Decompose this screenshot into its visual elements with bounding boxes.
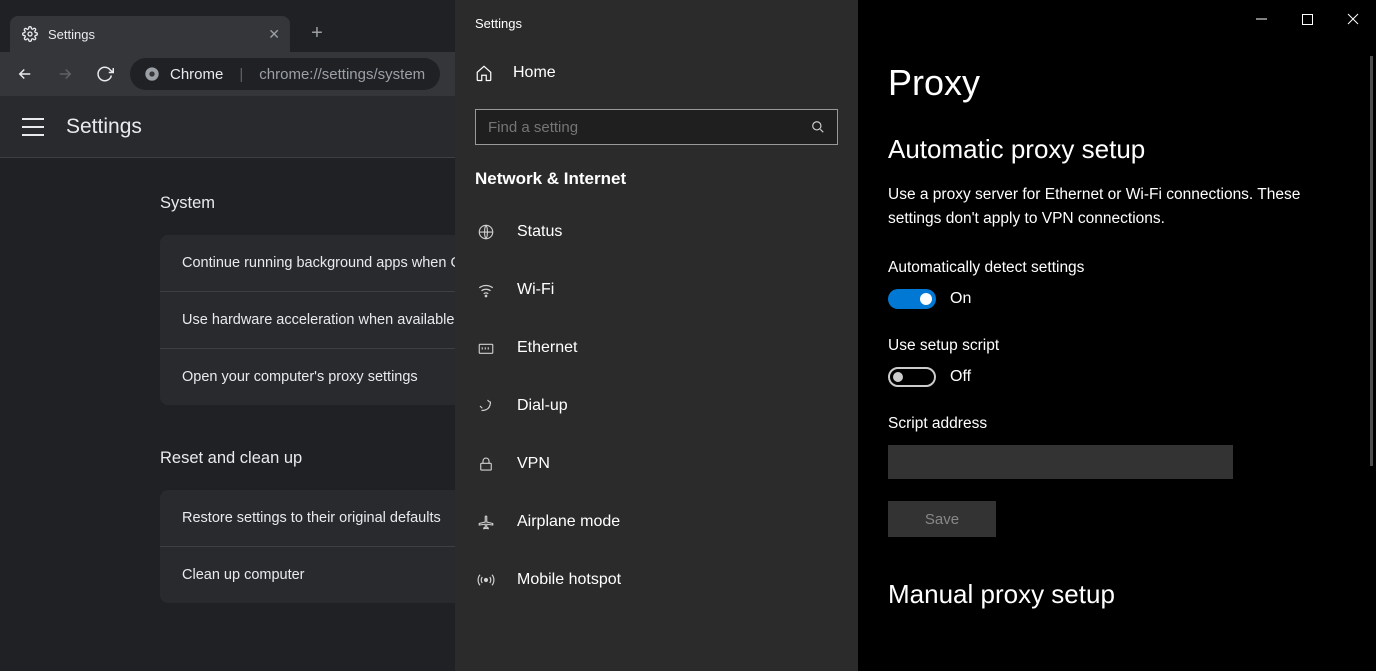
menu-icon[interactable] — [22, 118, 44, 136]
gear-icon — [22, 26, 38, 42]
hotspot-icon — [475, 571, 497, 589]
browser-tab-settings[interactable]: Settings ✕ — [10, 16, 290, 52]
auto-proxy-description: Use a proxy server for Ethernet or Wi-Fi… — [888, 183, 1350, 231]
auto-detect-state: On — [950, 290, 971, 308]
maximize-button[interactable] — [1284, 4, 1330, 34]
setup-script-toggle[interactable] — [888, 367, 936, 387]
sidebar-item-label: Ethernet — [517, 339, 577, 357]
sidebar-group-label: Network & Internet — [455, 169, 858, 203]
scrollbar[interactable] — [1370, 56, 1373, 466]
sidebar-item-label: Airplane mode — [517, 513, 620, 531]
dialup-icon — [475, 397, 497, 415]
sidebar-home[interactable]: Home — [455, 49, 858, 97]
script-address-input[interactable] — [888, 445, 1233, 479]
network-nav-list: Status Wi-Fi Ethernet Dial-up VPN — [455, 203, 858, 609]
url-path: chrome://settings/system — [259, 66, 425, 83]
globe-icon — [475, 223, 497, 241]
sidebar-home-label: Home — [513, 64, 556, 82]
search-icon — [811, 120, 825, 134]
sidebar-item-label: Dial-up — [517, 397, 568, 415]
back-button[interactable] — [10, 59, 40, 89]
close-icon[interactable]: ✕ — [268, 26, 280, 43]
setup-script-state: Off — [950, 368, 971, 386]
sidebar-item-vpn[interactable]: VPN — [455, 435, 858, 493]
ethernet-icon — [475, 339, 497, 357]
windows-settings-main: Proxy Automatic proxy setup Use a proxy … — [858, 0, 1376, 671]
airplane-icon — [475, 513, 497, 531]
settings-search-input[interactable] — [488, 119, 811, 136]
auto-detect-label: Automatically detect settings — [888, 259, 1350, 277]
script-address-label: Script address — [888, 415, 1350, 433]
save-button[interactable]: Save — [888, 501, 996, 537]
home-icon — [475, 64, 493, 82]
wifi-icon — [475, 281, 497, 299]
new-tab-button[interactable]: + — [302, 18, 332, 48]
auto-detect-toggle[interactable] — [888, 289, 936, 309]
minimize-button[interactable] — [1238, 4, 1284, 34]
window-controls — [1238, 4, 1376, 34]
manual-proxy-heading: Manual proxy setup — [888, 579, 1350, 610]
sidebar-item-hotspot[interactable]: Mobile hotspot — [455, 551, 858, 609]
sidebar-item-airplane[interactable]: Airplane mode — [455, 493, 858, 551]
sidebar-item-dialup[interactable]: Dial-up — [455, 377, 858, 435]
address-bar[interactable]: Chrome | chrome://settings/system — [130, 58, 440, 90]
setup-script-label: Use setup script — [888, 337, 1350, 355]
windows-settings-sidebar: Settings Home Network & Internet Status … — [455, 0, 858, 671]
chrome-settings-title: Settings — [66, 115, 142, 139]
sidebar-item-label: Mobile hotspot — [517, 571, 621, 589]
sidebar-item-status[interactable]: Status — [455, 203, 858, 261]
url-separator: | — [239, 66, 243, 83]
sidebar-item-label: VPN — [517, 455, 550, 473]
win-settings-label: Settings — [455, 12, 858, 49]
forward-button[interactable] — [50, 59, 80, 89]
sidebar-item-ethernet[interactable]: Ethernet — [455, 319, 858, 377]
vpn-icon — [475, 455, 497, 473]
chrome-icon — [144, 66, 160, 82]
auto-proxy-heading: Automatic proxy setup — [888, 134, 1350, 165]
reload-button[interactable] — [90, 59, 120, 89]
sidebar-item-label: Wi-Fi — [517, 281, 554, 299]
settings-search[interactable] — [475, 109, 838, 145]
close-button[interactable] — [1330, 4, 1376, 34]
tab-title: Settings — [48, 27, 95, 42]
page-title: Proxy — [888, 62, 1350, 104]
url-chip: Chrome — [170, 66, 223, 83]
sidebar-item-wifi[interactable]: Wi-Fi — [455, 261, 858, 319]
sidebar-item-label: Status — [517, 223, 562, 241]
